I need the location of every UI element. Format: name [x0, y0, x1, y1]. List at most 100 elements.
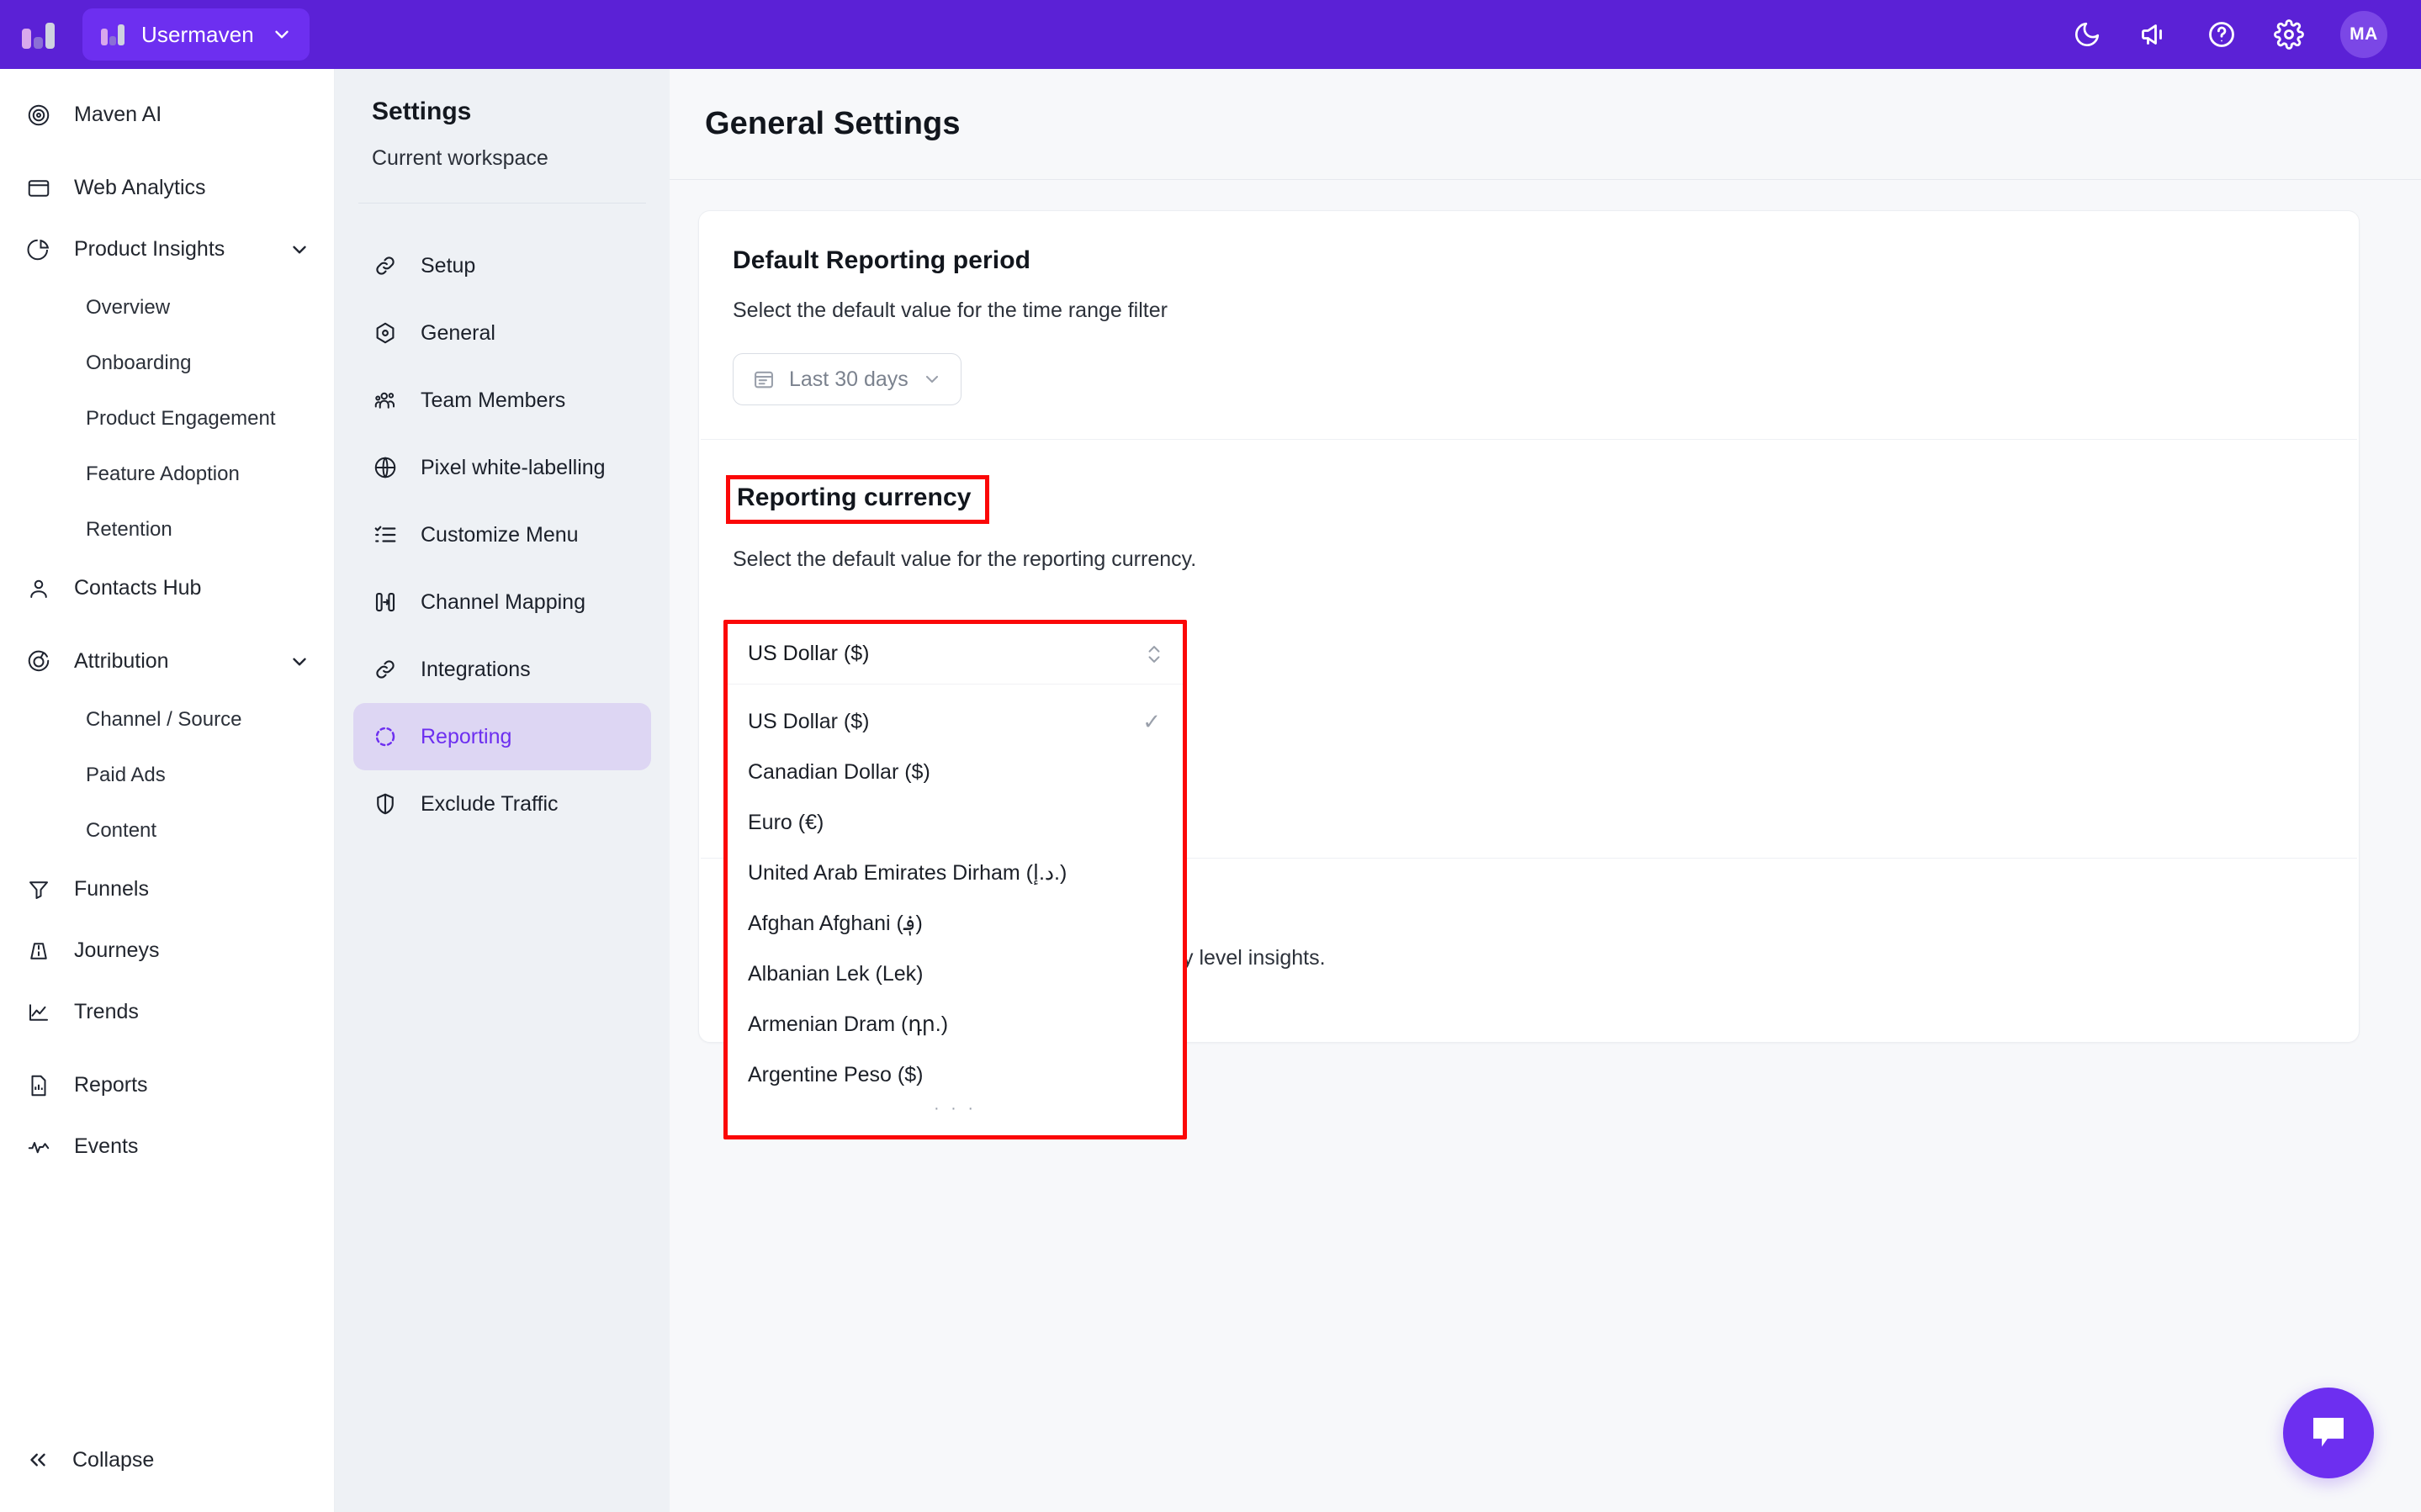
settings-item-exclude-traffic[interactable]: Exclude Traffic [353, 770, 651, 838]
road-icon [25, 938, 52, 965]
reporting-period-value: Last 30 days [789, 367, 909, 392]
spacer [0, 145, 334, 157]
settings-item-setup[interactable]: Setup [353, 232, 651, 299]
currency-option[interactable]: US Dollar ($) ✓ [728, 696, 1183, 747]
sidebar-subitem-label: Overview [86, 296, 170, 320]
settings-item-label: General [421, 321, 495, 346]
avatar[interactable]: MA [2340, 11, 2387, 58]
sidebar-item-contacts-hub[interactable]: Contacts Hub [0, 558, 334, 619]
settings-item-label: Pixel white-labelling [421, 456, 606, 480]
currency-option[interactable]: Canadian Dollar ($) [728, 747, 1183, 797]
sidebar-item-product-insights[interactable]: Product Insights [0, 219, 334, 280]
section-description: Select the default value for the reporti… [733, 547, 2325, 572]
document-chart-icon [25, 1072, 52, 1099]
settings-item-general[interactable]: General [353, 299, 651, 367]
currency-option-label: United Arab Emirates Dirham (د.إ.) [748, 860, 1067, 886]
sidebar-item-product-engagement[interactable]: Product Engagement [0, 391, 334, 447]
sidebar-item-label: Funnels [74, 877, 149, 901]
panel-split-icon [372, 589, 399, 616]
checklist-icon [372, 521, 399, 548]
reporting-period-select[interactable]: Last 30 days [733, 353, 962, 405]
spacer [0, 619, 334, 631]
target-icon [25, 648, 52, 675]
sidebar-item-label: Events [74, 1134, 138, 1159]
settings-item-channel-mapping[interactable]: Channel Mapping [353, 568, 651, 636]
sidebar-subitem-label: Onboarding [86, 352, 191, 375]
sidebar-item-overview[interactable]: Overview [0, 280, 334, 336]
settings-sidebar: Settings Current workspace Setup General [335, 69, 670, 1512]
currency-option-label: Albanian Lek (Lek) [748, 962, 923, 986]
dark-mode-moon-icon[interactable] [2071, 19, 2103, 50]
sidebar-item-maven-ai[interactable]: Maven AI [0, 84, 334, 145]
workspace-logo-icon [101, 24, 124, 45]
sidebar-subitem-label: Retention [86, 518, 172, 542]
sidebar-item-journeys[interactable]: Journeys [0, 920, 334, 981]
chevron-up-down-icon [1144, 642, 1164, 667]
currency-option[interactable]: Euro (€) [728, 797, 1183, 848]
page-title: General Settings [670, 69, 2421, 142]
funnel-icon [25, 876, 52, 903]
sidebar-item-trends[interactable]: Trends [0, 981, 334, 1043]
sidebar-item-feature-adoption[interactable]: Feature Adoption [0, 447, 334, 502]
settings-gear-icon[interactable] [2273, 19, 2305, 50]
sidebar-subitem-label: Channel / Source [86, 708, 241, 732]
workspace-name: Usermaven [141, 22, 254, 48]
sidebar-item-onboarding[interactable]: Onboarding [0, 336, 334, 391]
currency-option[interactable]: United Arab Emirates Dirham (د.إ.) [728, 848, 1183, 898]
usermaven-logo-icon [22, 20, 55, 49]
sidebar-item-label: Journeys [74, 938, 159, 963]
default-reporting-period-section: Default Reporting period Select the defa… [699, 211, 2359, 439]
sidebar-item-channel-source[interactable]: Channel / Source [0, 692, 334, 748]
sidebar-item-label: Web Analytics [74, 176, 206, 200]
chevron-down-icon[interactable] [289, 239, 310, 261]
settings-item-customize-menu[interactable]: Customize Menu [353, 501, 651, 568]
currency-option[interactable]: Armenian Dram (դր.) [728, 999, 1183, 1049]
settings-item-label: Channel Mapping [421, 590, 585, 615]
sidebar-item-reports[interactable]: Reports [0, 1055, 334, 1116]
sidebar-item-content[interactable]: Content [0, 803, 334, 859]
reporting-currency-options-menu[interactable]: US Dollar ($) ✓ Canadian Dollar ($) Euro… [728, 685, 1183, 1135]
sidebar-subitem-label: Feature Adoption [86, 463, 240, 486]
settings-item-reporting[interactable]: Reporting [353, 703, 651, 770]
top-bar-actions: MA [2071, 11, 2421, 58]
sidebar-item-attribution[interactable]: Attribution [0, 631, 334, 692]
chat-widget-button[interactable] [2283, 1388, 2374, 1478]
settings-subtitle: Current workspace [335, 126, 670, 171]
chevrons-left-icon [25, 1447, 50, 1472]
chevron-down-icon [271, 24, 293, 45]
link-icon [372, 252, 399, 279]
sidebar-item-paid-ads[interactable]: Paid Ads [0, 748, 334, 803]
settings-item-integrations[interactable]: Integrations [353, 636, 651, 703]
sidebar-item-events[interactable]: Events [0, 1116, 334, 1177]
hex-gear-icon [372, 320, 399, 346]
sidebar-item-funnels[interactable]: Funnels [0, 859, 334, 920]
primary-sidebar: Maven AI Web Analytics Product Insights … [0, 69, 335, 1512]
currency-option[interactable]: Afghan Afghani (؋) [728, 898, 1183, 949]
chevron-down-icon[interactable] [289, 651, 310, 673]
currency-option[interactable]: Argentine Peso ($) [728, 1049, 1183, 1100]
sparkle-target-icon [25, 102, 52, 129]
sidebar-item-retention[interactable]: Retention [0, 502, 334, 558]
currency-option-label: Argentine Peso ($) [748, 1063, 923, 1087]
settings-item-label: Team Members [421, 389, 565, 413]
currency-option[interactable]: Albanian Lek (Lek) [728, 949, 1183, 999]
calendar-icon [752, 367, 776, 391]
top-bar: Usermaven MA [0, 0, 2421, 69]
sidebar-item-label: Trends [74, 1000, 139, 1024]
more-options-indicator: · · · [728, 1100, 1183, 1112]
sidebar-subitem-label: Content [86, 819, 156, 843]
section-heading: Reporting currency [737, 484, 972, 511]
collapse-label: Collapse [72, 1448, 154, 1472]
sidebar-item-web-analytics[interactable]: Web Analytics [0, 157, 334, 219]
collapse-sidebar-button[interactable]: Collapse [0, 1435, 334, 1485]
sidebar-item-label: Product Insights [74, 237, 225, 262]
settings-item-team-members[interactable]: Team Members [353, 367, 651, 434]
announcements-megaphone-icon[interactable] [2138, 19, 2170, 50]
shield-icon [372, 790, 399, 817]
user-icon [25, 575, 52, 602]
workspace-switcher[interactable]: Usermaven [82, 8, 310, 61]
settings-item-label: Exclude Traffic [421, 792, 559, 817]
settings-item-pixel-white-labelling[interactable]: Pixel white-labelling [353, 434, 651, 501]
reporting-currency-select[interactable]: US Dollar ($) [728, 624, 1183, 685]
help-question-icon[interactable] [2206, 19, 2238, 50]
